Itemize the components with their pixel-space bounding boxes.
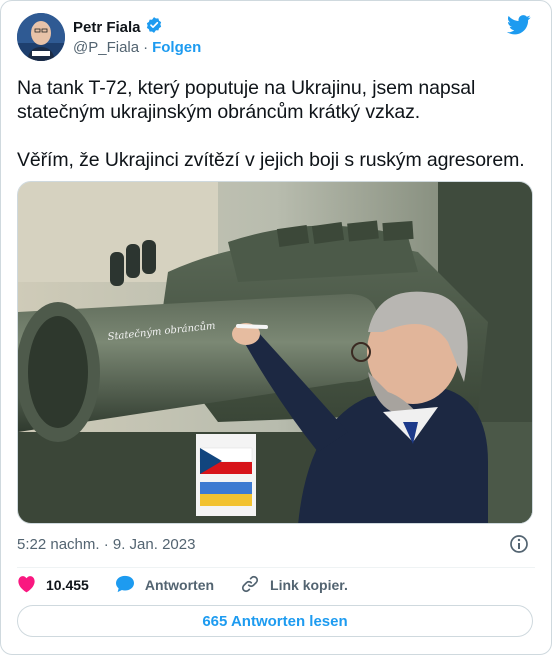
separator-dot: · bbox=[143, 39, 149, 56]
follow-button[interactable]: Folgen bbox=[152, 39, 201, 56]
tweet-text: Na tank T-72, který poputuje na Ukrajinu… bbox=[17, 76, 537, 196]
verified-badge-icon bbox=[145, 16, 163, 39]
divider bbox=[17, 567, 535, 568]
reply-label: Antworten bbox=[144, 577, 215, 593]
author-name[interactable]: Petr Fiala bbox=[73, 19, 141, 36]
author-name-row: Petr Fiala bbox=[73, 16, 163, 39]
tweet-timestamp[interactable]: 5:22 nachm. · 9. Jan. 2023 bbox=[17, 536, 195, 553]
copy-link-label: Link kopier. bbox=[270, 577, 348, 593]
heart-icon bbox=[17, 575, 36, 596]
tweet-photo[interactable]: Statečným obráncům bbox=[17, 181, 533, 524]
info-icon[interactable] bbox=[509, 534, 529, 559]
like-count: 10.455 bbox=[46, 577, 89, 593]
speech-bubble-icon bbox=[115, 575, 135, 596]
read-replies-button[interactable]: 665 Antworten lesen bbox=[17, 605, 533, 637]
avatar[interactable] bbox=[17, 13, 65, 61]
author-handle[interactable]: @P_Fiala bbox=[73, 39, 139, 56]
copy-link-button[interactable]: Link kopier. bbox=[240, 574, 348, 597]
avatar-image bbox=[17, 13, 65, 61]
like-button[interactable]: 10.455 bbox=[17, 575, 89, 596]
twitter-bird-icon[interactable] bbox=[507, 15, 531, 40]
tweet-paragraph: Věřím, že Ukrajinci zvítězí v jejich boj… bbox=[17, 149, 525, 171]
reply-button[interactable]: Antworten bbox=[115, 575, 214, 596]
author-handle-row: @P_Fiala · Folgen bbox=[73, 39, 201, 56]
link-icon bbox=[240, 574, 260, 597]
tweet-paragraph: Na tank T-72, který poputuje na Ukrajinu… bbox=[17, 77, 476, 123]
tank-photo-illustration: Statečným obráncům bbox=[18, 182, 532, 523]
action-bar: 10.455 Antworten Link kopier. bbox=[17, 573, 374, 597]
tweet-card: Petr Fiala @P_Fiala · Folgen Na tank T-7… bbox=[0, 0, 552, 655]
